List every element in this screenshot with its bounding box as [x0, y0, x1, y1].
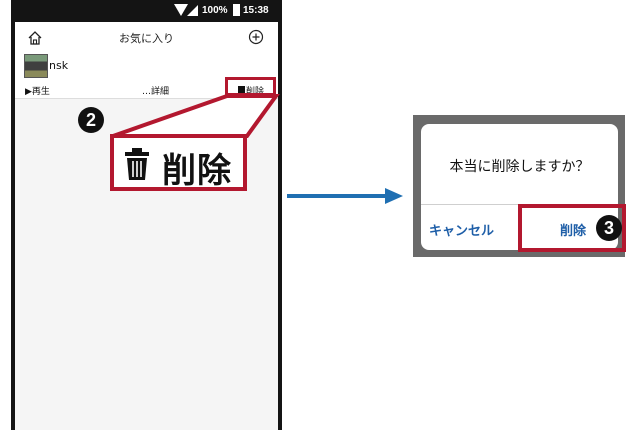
flow-arrow-icon: [287, 188, 403, 204]
cancel-button[interactable]: キャンセル: [429, 220, 494, 239]
delete-highlight: [225, 77, 276, 96]
zoomed-delete-callout: 削除: [110, 134, 247, 191]
trash-icon: [125, 148, 149, 180]
dialog-message: 本当に削除しますか？: [449, 159, 590, 175]
zoomed-delete-label: 削除: [162, 151, 232, 191]
step-2-marker: 2: [78, 107, 104, 133]
step-3-marker: 3: [596, 215, 622, 241]
